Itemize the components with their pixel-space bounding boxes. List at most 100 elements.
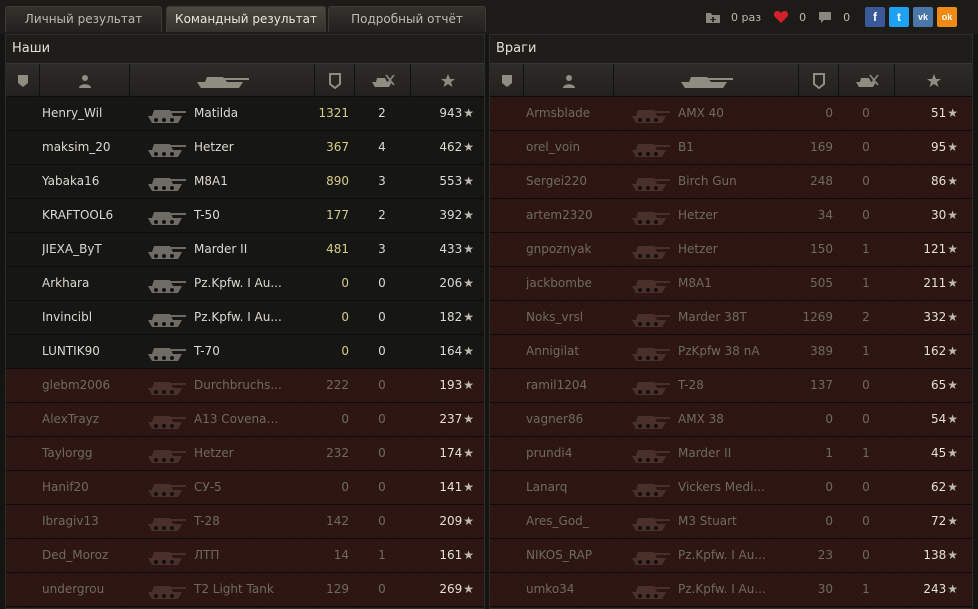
player-name[interactable]: Henry_Wil xyxy=(42,97,152,130)
player-row[interactable]: Yabaka16 M8A1 890 3 553★ xyxy=(6,165,484,199)
likes-count: 0 xyxy=(799,10,807,24)
player-name[interactable]: Ares_God_ xyxy=(526,505,636,538)
odnoklassniki-share-icon[interactable]: ok xyxy=(937,7,957,27)
player-name[interactable]: Annigilat xyxy=(526,335,636,368)
player-name[interactable]: prundi4 xyxy=(526,437,636,470)
player-column-header[interactable] xyxy=(40,64,130,97)
player-row[interactable]: NIKOS_RAP Pz.Kpfw. I Au... 23 0 138★ xyxy=(490,539,972,573)
player-name[interactable]: AlexTrayz xyxy=(42,403,152,436)
player-name[interactable]: jackbombe xyxy=(526,267,636,300)
player-row[interactable]: umko34 Pz.Kpfw. I Au... 30 1 243★ xyxy=(490,573,972,607)
player-name[interactable]: Invincibl xyxy=(42,301,152,334)
player-row[interactable]: gnpoznyak Hetzer 150 1 121★ xyxy=(490,233,972,267)
twitter-share-icon[interactable]: t xyxy=(889,7,909,27)
player-name[interactable]: Hanif20 xyxy=(42,471,152,504)
star-icon: ★ xyxy=(463,140,474,154)
player-row[interactable]: vagner86 AMX 38 0 0 54★ xyxy=(490,403,972,437)
player-name[interactable]: Taylorgg xyxy=(42,437,152,470)
player-name[interactable]: NIKOS_RAP xyxy=(526,539,636,572)
player-row[interactable]: Sergei220 Birch Gun 248 0 86★ xyxy=(490,165,972,199)
vehicle-column-header[interactable] xyxy=(130,64,315,97)
frags-value: 389 xyxy=(810,344,833,358)
player-row[interactable]: Taylorgg Hetzer 232 0 174★ xyxy=(6,437,484,471)
player-name[interactable]: Yabaka16 xyxy=(42,165,152,198)
tank-icon xyxy=(681,76,733,88)
vehicle-name: Hetzer xyxy=(194,446,234,460)
damage-number: 54 xyxy=(930,412,947,426)
player-row[interactable]: maksim_20 Hetzer 367 4 462★ xyxy=(6,131,484,165)
player-name[interactable]: undergrou xyxy=(42,573,152,606)
damage-number: 138 xyxy=(923,548,947,562)
player-name[interactable]: Armsblade xyxy=(526,97,636,130)
player-name[interactable]: glebm2006 xyxy=(42,369,152,402)
player-row[interactable]: Arkhara Pz.Kpfw. I Au... 0 0 206★ xyxy=(6,267,484,301)
rank-column-header[interactable] xyxy=(490,64,524,97)
enemies-header xyxy=(490,63,972,97)
player-name[interactable]: Noks_vrsl xyxy=(526,301,636,334)
player-name[interactable]: Arkhara xyxy=(42,267,152,300)
heart-icon[interactable] xyxy=(773,10,789,24)
player-row[interactable]: prundi4 Marder II 1 1 45★ xyxy=(490,437,972,471)
damage-column-header[interactable] xyxy=(411,64,484,97)
player-name[interactable]: maksim_20 xyxy=(42,131,152,164)
player-row[interactable]: KRAFTOOL6 T-50 177 2 392★ xyxy=(6,199,484,233)
damage-value: 164★ xyxy=(416,335,474,368)
player-row[interactable]: Armsblade AMX 40 0 0 51★ xyxy=(490,97,972,131)
player-row[interactable]: Hanif20 СУ-5 0 0 141★ xyxy=(6,471,484,505)
tab-detailed-report[interactable]: Подробный отчёт xyxy=(328,6,486,32)
player-name[interactable]: artem2320 xyxy=(526,199,636,232)
player-row[interactable]: orel_voin B1 169 0 95★ xyxy=(490,131,972,165)
player-name[interactable]: umko34 xyxy=(526,573,636,606)
vehicle-name: M3 Stuart xyxy=(678,514,737,528)
star-icon: ★ xyxy=(463,174,474,188)
facebook-share-icon[interactable]: f xyxy=(865,7,885,27)
player-row[interactable]: artem2320 Hetzer 34 0 30★ xyxy=(490,199,972,233)
player-name[interactable]: Lanarq xyxy=(526,471,636,504)
player-name[interactable]: orel_voin xyxy=(526,131,636,164)
player-name[interactable]: gnpoznyak xyxy=(526,233,636,266)
player-row[interactable]: Lanarq Vickers Medi... 0 0 62★ xyxy=(490,471,972,505)
vehicle-name: Pz.Kpfw. I Au... xyxy=(678,582,766,596)
damage-value: 51★ xyxy=(900,97,958,130)
comment-icon[interactable] xyxy=(818,11,832,24)
player-name[interactable]: Ded_Moroz xyxy=(42,539,152,572)
player-row[interactable]: Henry_Wil Matilda 1321 2 943★ xyxy=(6,97,484,131)
player-name[interactable]: Ibragiv13 xyxy=(42,505,152,538)
player-row[interactable]: LUNTIK90 T-70 0 0 164★ xyxy=(6,335,484,369)
damage-column-header[interactable] xyxy=(895,64,972,97)
player-name[interactable]: JIEXA_ByT xyxy=(42,233,152,266)
player-name[interactable]: ramil1204 xyxy=(526,369,636,402)
player-name[interactable]: KRAFTOOL6 xyxy=(42,199,152,232)
player-row[interactable]: Ded_Moroz ЛТП 14 1 161★ xyxy=(6,539,484,573)
player-row[interactable]: JIEXA_ByT Marder II 481 3 433★ xyxy=(6,233,484,267)
player-row[interactable]: ramil1204 T-28 137 0 65★ xyxy=(490,369,972,403)
rank-column-header[interactable] xyxy=(6,64,40,97)
player-row[interactable]: glebm2006 Durchbruchs... 222 0 193★ xyxy=(6,369,484,403)
star-icon: ★ xyxy=(947,140,958,154)
player-row[interactable]: Ibragiv13 T-28 142 0 209★ xyxy=(6,505,484,539)
vehicle-column-header[interactable] xyxy=(614,64,799,97)
player-row[interactable]: Invincibl Pz.Kpfw. I Au... 0 0 182★ xyxy=(6,301,484,335)
player-name[interactable]: LUNTIK90 xyxy=(42,335,152,368)
destroyed-tank-icon xyxy=(855,74,879,87)
vk-share-icon[interactable]: vk xyxy=(913,7,933,27)
frags-column-header[interactable] xyxy=(799,64,839,97)
player-row[interactable]: AlexTrayz A13 Covenan... 0 0 237★ xyxy=(6,403,484,437)
player-row[interactable]: Noks_vrsl Marder 38T 1269 2 332★ xyxy=(490,301,972,335)
kills-column-header[interactable] xyxy=(839,64,895,97)
player-row[interactable]: undergrou T2 Light Tank 129 0 269★ xyxy=(6,573,484,607)
frags-column-header[interactable] xyxy=(315,64,355,97)
player-name[interactable]: Sergei220 xyxy=(526,165,636,198)
frags-value: 248 xyxy=(810,174,833,188)
damage-number: 332 xyxy=(923,310,947,324)
tab-team-result[interactable]: Командный результат xyxy=(166,6,326,32)
player-name[interactable]: vagner86 xyxy=(526,403,636,436)
tab-personal-result[interactable]: Личный результат xyxy=(5,6,162,32)
star-icon: ★ xyxy=(463,378,474,392)
player-row[interactable]: jackbombe M8A1 505 1 211★ xyxy=(490,267,972,301)
player-row[interactable]: Annigilat PzKpfw 38 nA 389 1 162★ xyxy=(490,335,972,369)
kills-column-header[interactable] xyxy=(355,64,411,97)
player-row[interactable]: Ares_God_ M3 Stuart 0 0 72★ xyxy=(490,505,972,539)
kills-value: 3 xyxy=(378,242,386,256)
player-column-header[interactable] xyxy=(524,64,614,97)
